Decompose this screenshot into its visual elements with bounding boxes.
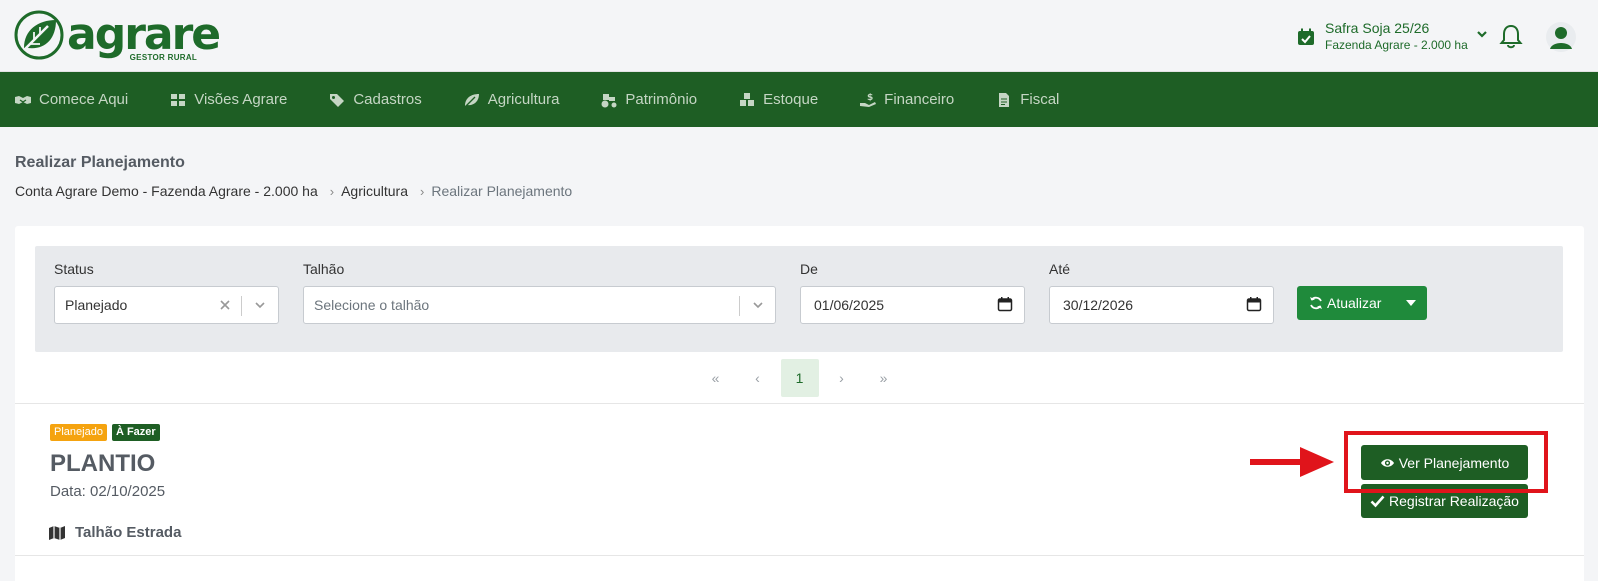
refresh-icon	[1310, 296, 1322, 310]
nav-item-comece-aqui[interactable]: Comece Aqui	[14, 91, 128, 108]
nav-item-agricultura[interactable]: Agricultura	[463, 91, 560, 108]
prev-page-button[interactable]: ‹	[739, 359, 777, 397]
dashboard-icon	[171, 93, 186, 106]
refresh-dropdown-toggle[interactable]	[1395, 286, 1427, 320]
map-icon	[49, 525, 65, 540]
last-page-button[interactable]: »	[865, 359, 903, 397]
breadcrumb-agricultura[interactable]: Agricultura	[341, 183, 408, 199]
item-talhao: Talhão Estrada	[48, 524, 181, 541]
safra-farm: Fazenda Agrare - 2.000 ha	[1325, 38, 1468, 52]
notification-bell-icon[interactable]	[1498, 23, 1524, 49]
select-divider	[739, 296, 740, 316]
nav-label: Fiscal	[1020, 91, 1060, 108]
talhao-select[interactable]: Selecione o talhão	[303, 286, 776, 324]
filter-panel: Status Planejado Talhão Selecione o talh…	[35, 246, 1563, 352]
page-1-button[interactable]: 1	[780, 358, 819, 397]
nav-label: Estoque	[763, 91, 819, 108]
breadcrumb-current: Realizar Planejamento	[431, 183, 573, 199]
safra-title: Safra Soja 25/26	[1325, 20, 1430, 36]
page-title: Realizar Planejamento	[15, 154, 185, 171]
nav-label: Agricultura	[487, 91, 560, 108]
ate-date-input[interactable]: 30/12/2026	[1049, 286, 1274, 324]
calendar-check-icon	[1298, 28, 1314, 45]
status-select[interactable]: Planejado	[54, 286, 279, 324]
next-page-button[interactable]: ›	[823, 359, 861, 397]
ate-date-value: 30/12/2026	[1063, 297, 1134, 313]
chevron-right-icon: ›	[420, 183, 425, 199]
item-date: Data: 02/10/2025	[50, 483, 166, 500]
nav-label: Patrimônio	[625, 91, 698, 108]
boxes-icon	[740, 92, 755, 106]
caret-down-icon	[1406, 300, 1416, 306]
de-label: De	[800, 261, 818, 277]
nav-label: Visões Agrare	[194, 91, 288, 108]
tractor-icon	[601, 93, 617, 107]
nav-item-visoes-agrare[interactable]: Visões Agrare	[169, 91, 287, 108]
nav-label: Cadastros	[353, 91, 422, 108]
chevron-right-icon: ›	[329, 183, 335, 199]
refresh-button[interactable]: Atualizar	[1297, 286, 1395, 320]
top-header: agrare GESTOR RURAL Safra Soja 25/26 Faz…	[0, 0, 1598, 72]
nav-label: Financeiro	[884, 91, 955, 108]
breadcrumb-account[interactable]: Conta Agrare Demo - Fazenda Agrare - 2.0…	[15, 183, 318, 199]
handshake-icon	[15, 95, 31, 104]
leaf-logo-icon	[14, 10, 64, 60]
check-icon	[1370, 495, 1385, 508]
agrare-logo[interactable]: agrare GESTOR RURAL	[14, 9, 221, 62]
user-avatar-icon[interactable]	[1546, 22, 1576, 52]
pagination: « ‹ 1 › »	[15, 352, 1584, 404]
svg-text:$: $	[867, 93, 873, 103]
talhao-name: Talhão Estrada	[75, 524, 182, 541]
refresh-split-button: Atualizar	[1297, 286, 1427, 320]
brand-name: agrare	[67, 9, 221, 60]
nav-item-fiscal[interactable]: Fiscal	[995, 91, 1059, 108]
safra-selector[interactable]: Safra Soja 25/26 Fazenda Agrare - 2.000 …	[1297, 19, 1488, 54]
nav-item-financeiro[interactable]: $ Financeiro	[859, 91, 954, 108]
item-title: PLANTIO	[50, 450, 156, 477]
de-date-input[interactable]: 01/06/2025	[800, 286, 1025, 324]
chevron-down-icon[interactable]	[751, 298, 765, 312]
status-badge: Planejado	[50, 424, 107, 441]
select-divider	[241, 296, 242, 316]
brand-subtitle: GESTOR RURAL	[129, 53, 198, 62]
leaf-icon	[464, 93, 479, 107]
refresh-label: Atualizar	[1327, 295, 1382, 311]
tags-icon	[330, 93, 345, 107]
document-icon	[999, 92, 1010, 107]
chevron-down-icon	[1476, 30, 1487, 38]
nav-label: Comece Aqui	[39, 91, 129, 108]
item-badges: Planejado À Fazer	[50, 424, 165, 441]
highlight-box	[1344, 431, 1548, 493]
calendar-icon[interactable]	[1246, 296, 1262, 312]
money-hand-icon: $	[860, 93, 877, 107]
clear-x-icon[interactable]	[218, 298, 232, 312]
calendar-icon[interactable]	[997, 296, 1013, 312]
talhao-label: Talhão	[303, 261, 345, 277]
todo-badge: À Fazer	[111, 424, 160, 441]
status-value: Planejado	[65, 297, 128, 313]
breadcrumb: Conta Agrare Demo - Fazenda Agrare - 2.0…	[15, 183, 572, 199]
nav-item-patrimonio[interactable]: Patrimônio	[600, 91, 697, 108]
pointer-arrow-icon	[1250, 447, 1334, 477]
nav-item-estoque[interactable]: Estoque	[738, 91, 818, 108]
status-label: Status	[54, 261, 94, 277]
registrar-realizacao-label: Registrar Realização	[1389, 493, 1519, 509]
chevron-down-icon[interactable]	[253, 298, 267, 312]
de-date-value: 01/06/2025	[814, 297, 885, 313]
first-page-button[interactable]: «	[697, 359, 735, 397]
main-nav: Comece Aqui Visões Agrare Cadastros Agri…	[0, 72, 1598, 127]
ate-label: Até	[1049, 261, 1071, 277]
talhao-placeholder: Selecione o talhão	[314, 297, 430, 313]
planning-card: Status Planejado Talhão Selecione o talh…	[15, 226, 1584, 581]
nav-item-cadastros[interactable]: Cadastros	[328, 91, 422, 108]
